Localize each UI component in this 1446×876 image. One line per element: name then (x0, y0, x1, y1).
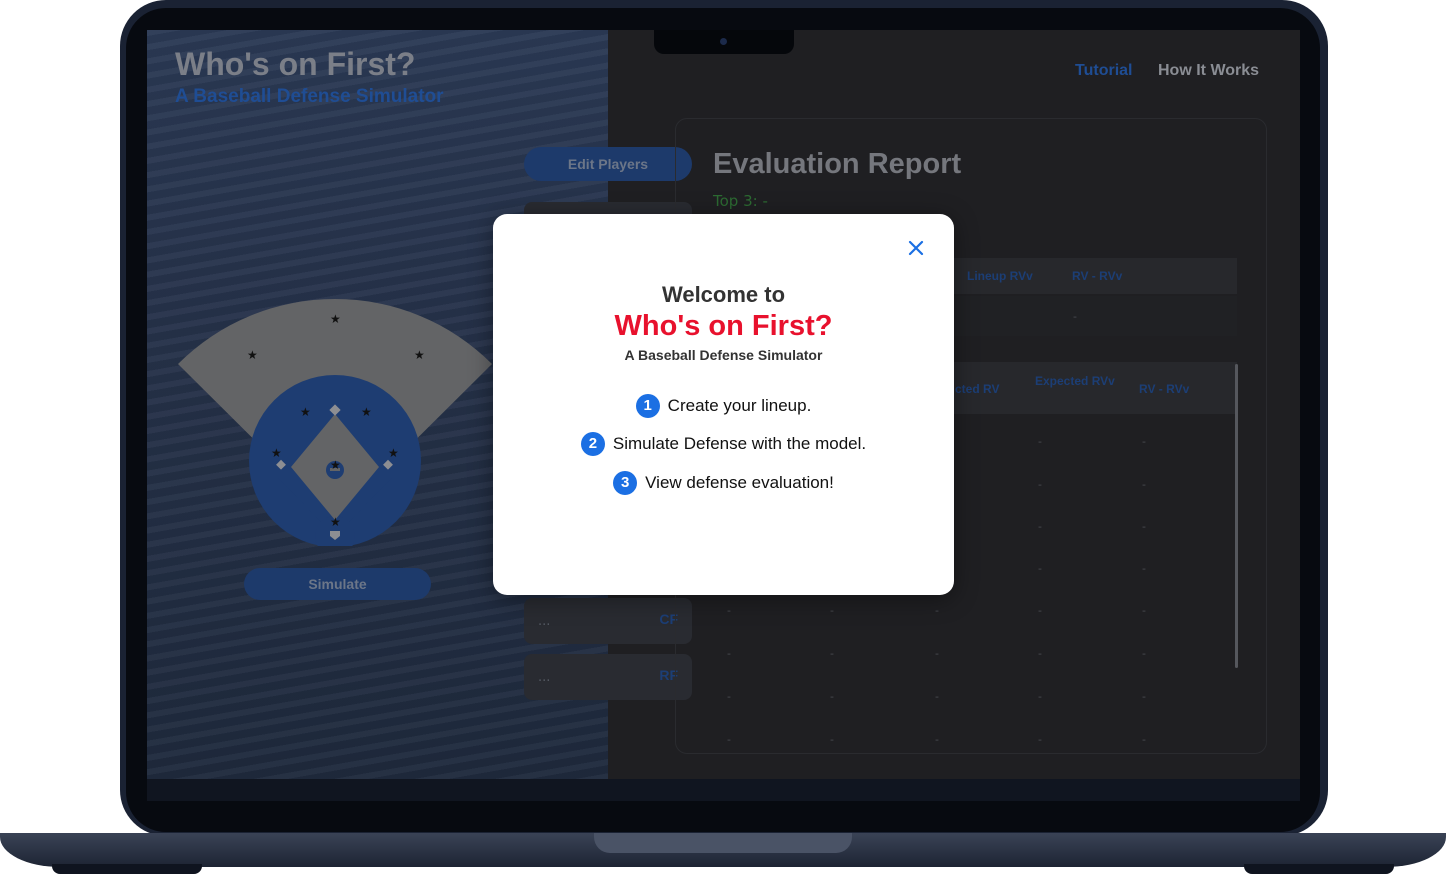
app-screen: Who's on First? A Baseball Defense Simul… (147, 30, 1300, 779)
step-number-badge: 2 (580, 432, 605, 456)
modal-subtitle: A Baseball Defense Simulator (624, 347, 823, 363)
laptop-foot (1244, 864, 1394, 874)
laptop-chin (147, 779, 1300, 801)
step-text: Simulate Defense with the model. (612, 434, 867, 453)
step-number-badge: 1 (635, 394, 660, 418)
modal-title: Who's on First? (614, 310, 833, 342)
laptop-foot (52, 864, 202, 874)
modal-step-3: 3 View defense evaluation! (493, 471, 954, 495)
step-text: Create your lineup. (667, 396, 812, 415)
welcome-modal: Welcome to Who's on First? A Baseball De… (493, 214, 954, 595)
modal-step-1: 1 Create your lineup. (493, 394, 954, 418)
laptop-base-notch (594, 833, 852, 853)
modal-step-2: 2 Simulate Defense with the model. (493, 432, 954, 456)
modal-welcome-text: Welcome to (661, 282, 786, 307)
step-number-badge: 3 (613, 471, 638, 495)
close-icon[interactable] (904, 236, 928, 260)
step-text: View defense evaluation! (645, 473, 834, 492)
